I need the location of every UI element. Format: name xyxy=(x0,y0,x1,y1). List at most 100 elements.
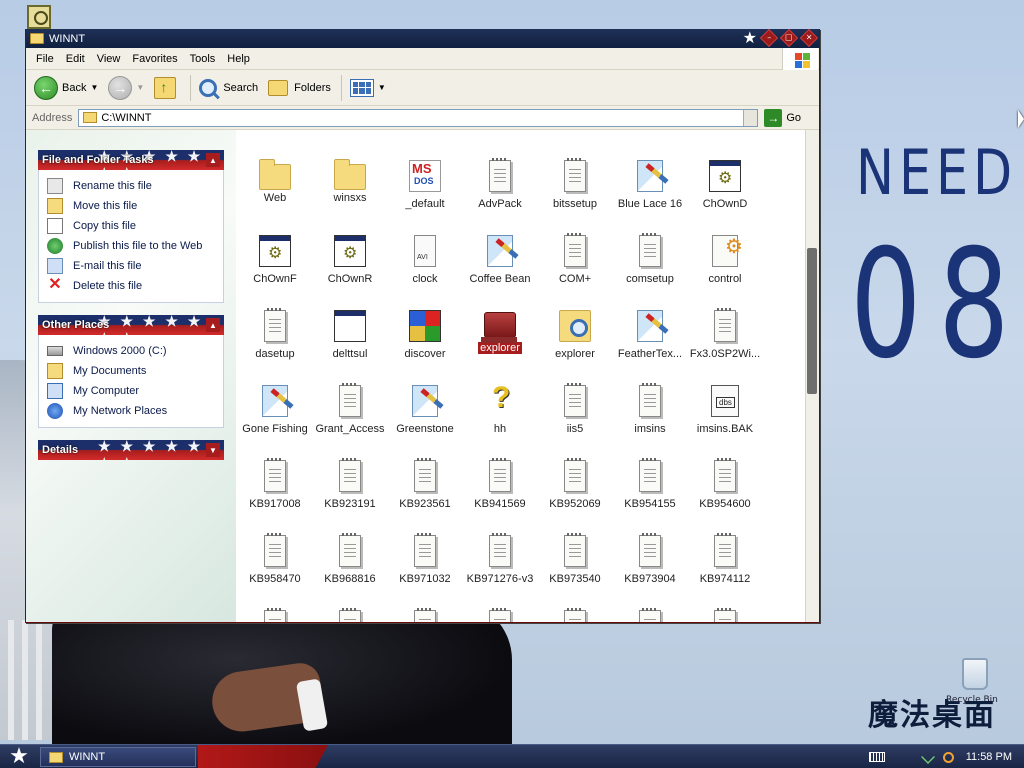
vertical-scrollbar[interactable] xyxy=(805,130,819,622)
file-item[interactable]: ChOwnF xyxy=(238,235,312,285)
go-button[interactable]: → Go xyxy=(764,108,801,127)
file-item[interactable]: ChOwnD xyxy=(688,160,762,210)
taskbar-task-winnt[interactable]: WINNT xyxy=(40,747,196,767)
file-label: Blue Lace 16 xyxy=(617,198,683,210)
address-input[interactable]: C:\WINNT xyxy=(78,108,759,127)
file-item[interactable]: KB917008 xyxy=(238,458,312,510)
minimize-button[interactable]: – xyxy=(759,28,779,48)
task-rename[interactable]: Rename this file xyxy=(47,176,223,196)
up-folder-button[interactable] xyxy=(154,76,180,99)
panel-header[interactable]: ★ ★ ★ ★ ★ ★ ★ Details ▼ xyxy=(38,440,224,460)
folders-button[interactable]: Folders xyxy=(268,79,331,96)
views-button[interactable]: ▼ xyxy=(349,78,386,97)
file-item-partial[interactable] xyxy=(538,608,612,622)
place-my-computer[interactable]: My Computer xyxy=(47,381,223,401)
close-button[interactable]: × xyxy=(799,28,819,48)
search-tray-icon[interactable] xyxy=(942,751,954,763)
file-item[interactable]: delttsul xyxy=(313,310,387,360)
file-item-partial[interactable] xyxy=(238,608,312,622)
task-delete[interactable]: ✕ Delete this file xyxy=(47,276,223,296)
file-item[interactable]: _default xyxy=(388,160,462,210)
place-my-documents[interactable]: My Documents xyxy=(47,361,223,381)
file-label: ChOwnD xyxy=(702,198,748,210)
file-label: KB968816 xyxy=(324,573,376,585)
panel-header[interactable]: ★ ★ ★ ★ ★ ★ ★ Other Places ▲ xyxy=(38,315,224,335)
file-item[interactable]: Grant_Access xyxy=(313,383,387,435)
collapse-icon[interactable]: ▲ xyxy=(206,318,220,332)
file-item[interactable]: iis5 xyxy=(538,383,612,435)
file-item[interactable]: Blue Lace 16 xyxy=(613,160,687,210)
file-item[interactable]: Fx3.0SP2Wi... xyxy=(688,308,762,360)
file-item[interactable]: explorer xyxy=(463,310,537,357)
file-item[interactable]: COM+ xyxy=(538,233,612,285)
file-item[interactable]: KB974112 xyxy=(688,533,762,585)
forward-button[interactable]: → ▼ xyxy=(108,75,144,100)
file-item[interactable]: explorer xyxy=(538,310,612,360)
task-email[interactable]: E-mail this file xyxy=(47,256,223,276)
recycle-bin-icon[interactable] xyxy=(962,658,988,690)
place-my-network[interactable]: My Network Places xyxy=(47,401,223,421)
network-tray-icon[interactable] xyxy=(920,750,935,764)
file-item[interactable]: Web xyxy=(238,159,312,204)
keyboard-icon[interactable] xyxy=(868,752,885,762)
desktop-shortcut-icon[interactable] xyxy=(27,5,51,29)
search-button[interactable]: Search xyxy=(199,78,258,97)
file-item[interactable]: dasetup xyxy=(238,308,312,360)
file-item[interactable]: ChOwnR xyxy=(313,235,387,285)
menu-edit[interactable]: Edit xyxy=(60,53,91,65)
menu-help[interactable]: Help xyxy=(221,53,256,65)
file-item-partial[interactable] xyxy=(613,608,687,622)
panel-header[interactable]: ★ ★ ★ ★ ★ ★ ★ File and Folder Tasks ▲ xyxy=(38,150,224,170)
file-item-partial[interactable] xyxy=(388,608,462,622)
start-button[interactable]: ★ xyxy=(4,746,34,768)
file-item[interactable]: KB968816 xyxy=(313,533,387,585)
file-item[interactable]: KB971276-v3 xyxy=(463,533,537,585)
clock[interactable]: 11:58 PM xyxy=(966,751,1012,763)
scrollbar-thumb[interactable] xyxy=(807,248,817,394)
menu-file[interactable]: File xyxy=(30,53,60,65)
chevron-down-icon[interactable]: ▼ xyxy=(136,83,144,92)
expand-icon[interactable]: ▼ xyxy=(206,443,220,457)
menu-tools[interactable]: Tools xyxy=(184,53,222,65)
file-item[interactable]: Coffee Bean xyxy=(463,235,537,285)
back-button[interactable]: ← Back ▼ xyxy=(34,75,98,100)
file-item[interactable]: Gone Fishing xyxy=(238,385,312,435)
file-item[interactable]: bitssetup xyxy=(538,158,612,210)
file-item[interactable]: KB954600 xyxy=(688,458,762,510)
file-item-partial[interactable] xyxy=(463,608,537,622)
maximize-button[interactable]: □ xyxy=(779,28,799,48)
file-item[interactable]: comsetup xyxy=(613,233,687,285)
task-move[interactable]: Move this file xyxy=(47,196,223,216)
file-item[interactable]: imsins.BAK xyxy=(688,385,762,435)
file-item[interactable]: KB973904 xyxy=(613,533,687,585)
collapse-icon[interactable]: ▲ xyxy=(206,153,220,167)
menu-favorites[interactable]: Favorites xyxy=(126,53,183,65)
file-item[interactable]: AdvPack xyxy=(463,158,537,210)
menu-view[interactable]: View xyxy=(91,53,127,65)
file-item[interactable]: KB958470 xyxy=(238,533,312,585)
file-item-partial[interactable] xyxy=(313,608,387,622)
file-item[interactable]: FeatherTex... xyxy=(613,310,687,360)
file-item-partial[interactable] xyxy=(688,608,762,622)
file-item[interactable]: control xyxy=(688,234,762,285)
title-bar[interactable]: WINNT ★ – □ × xyxy=(26,28,819,48)
file-item[interactable]: hh xyxy=(463,381,537,435)
file-item[interactable]: KB954155 xyxy=(613,458,687,510)
task-publish[interactable]: Publish this file to the Web xyxy=(47,236,223,256)
file-item[interactable]: KB973540 xyxy=(538,533,612,585)
file-item[interactable]: discover xyxy=(388,310,462,360)
file-item[interactable]: KB971032 xyxy=(388,533,462,585)
file-item[interactable]: KB941569 xyxy=(463,458,537,510)
file-item[interactable]: clock xyxy=(388,235,462,285)
place-drive-c[interactable]: Windows 2000 (C:) xyxy=(47,341,223,361)
address-dropdown[interactable] xyxy=(743,109,758,126)
chevron-down-icon[interactable]: ▼ xyxy=(378,83,386,92)
file-item[interactable]: KB952069 xyxy=(538,458,612,510)
chevron-down-icon[interactable]: ▼ xyxy=(90,83,98,92)
file-item[interactable]: KB923191 xyxy=(313,458,387,510)
file-item[interactable]: KB923561 xyxy=(388,458,462,510)
file-item[interactable]: Greenstone xyxy=(388,385,462,435)
task-copy[interactable]: Copy this file xyxy=(47,216,223,236)
file-item[interactable]: imsins xyxy=(613,383,687,435)
file-item[interactable]: winsxs xyxy=(313,159,387,204)
